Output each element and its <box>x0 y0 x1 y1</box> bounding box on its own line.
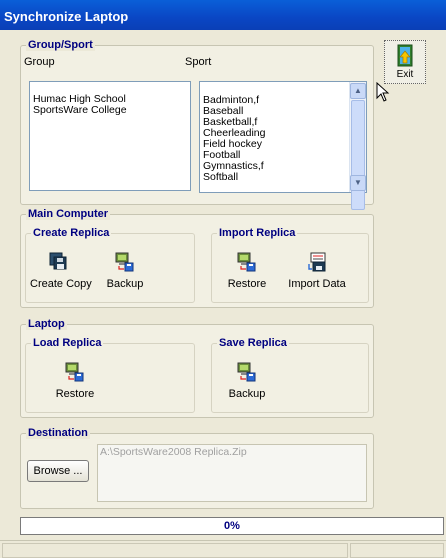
scroll-up-arrow-icon[interactable]: ▲ <box>350 83 366 99</box>
sport-header: Sport <box>185 56 212 68</box>
save-replica-group: Save Replica Backup <box>211 337 369 413</box>
destination-panel: Destination Browse ... A:\SportsWare2008… <box>20 427 374 509</box>
import-data-button[interactable]: Import Data <box>280 252 354 290</box>
status-bar <box>0 540 446 558</box>
destination-path-field[interactable]: A:\SportsWare2008 Replica.Zip <box>97 444 367 502</box>
load-replica-title: Load Replica <box>31 337 104 349</box>
save-backup-button[interactable]: Backup <box>218 362 276 400</box>
laptop-title: Laptop <box>26 318 67 330</box>
group-sport-panel: Group/Sport Group Sport Humac High Schoo… <box>20 39 374 210</box>
computer-backup-icon <box>115 252 134 272</box>
save-replica-title: Save Replica <box>217 337 289 349</box>
import-data-icon <box>308 252 326 272</box>
exit-label: Exit <box>396 69 414 80</box>
group-listbox[interactable]: Humac High School SportsWare College <box>29 81 191 191</box>
exit-button[interactable]: Exit <box>384 40 426 84</box>
create-copy-button[interactable]: Create Copy <box>30 252 92 290</box>
computer-restore-icon <box>237 252 256 272</box>
laptop-panel: Laptop Load Replica Restore Save Replica <box>20 318 374 418</box>
scroll-thumb[interactable] <box>351 100 365 210</box>
create-backup-label: Backup <box>106 278 144 290</box>
group-sport-title: Group/Sport <box>26 39 95 51</box>
exit-door-icon <box>397 44 413 67</box>
sport-listbox[interactable]: Badminton,f Baseball Basketball,f Cheerl… <box>199 81 367 210</box>
window-title: Synchronize Laptop <box>4 9 129 24</box>
destination-path-value: A:\SportsWare2008 Replica.Zip <box>100 446 247 458</box>
browse-button[interactable]: Browse ... <box>27 460 89 482</box>
create-backup-button[interactable]: Backup <box>96 252 154 290</box>
progress-bar: 0% <box>20 517 444 535</box>
window-title-bar[interactable]: Synchronize Laptop <box>0 0 446 30</box>
load-restore-label: Restore <box>55 388 95 400</box>
import-restore-button[interactable]: Restore <box>218 252 276 290</box>
save-backup-label: Backup <box>228 388 266 400</box>
main-computer-panel: Main Computer Create Replica Create Copy… <box>20 208 374 308</box>
sport-list-item[interactable]: Softball <box>200 172 366 183</box>
computer-backup-icon <box>237 362 256 382</box>
group-list-item[interactable]: SportsWare College <box>30 105 190 116</box>
create-replica-title: Create Replica <box>31 227 112 239</box>
create-copy-label: Create Copy <box>30 278 92 290</box>
import-restore-label: Restore <box>227 278 267 290</box>
import-replica-group: Import Replica Restore Import Data <box>211 227 369 303</box>
status-panel-secondary <box>350 543 444 558</box>
group-header: Group <box>24 56 55 68</box>
main-computer-title: Main Computer <box>26 208 111 220</box>
import-data-label: Import Data <box>288 278 346 290</box>
load-replica-group: Load Replica Restore <box>25 337 195 413</box>
sport-scrollbar[interactable]: ▲ ▼ <box>349 82 366 210</box>
progress-label: 0% <box>224 520 240 532</box>
scroll-down-arrow-icon[interactable]: ▼ <box>350 175 366 191</box>
load-restore-button[interactable]: Restore <box>46 362 104 400</box>
computer-restore-icon <box>65 362 84 382</box>
create-replica-group: Create Replica Create Copy Backup <box>25 227 195 303</box>
status-panel-main <box>2 543 348 558</box>
mouse-cursor-icon <box>376 82 390 102</box>
import-replica-title: Import Replica <box>217 227 298 239</box>
floppy-disks-icon <box>49 252 67 270</box>
destination-title: Destination <box>26 427 90 439</box>
